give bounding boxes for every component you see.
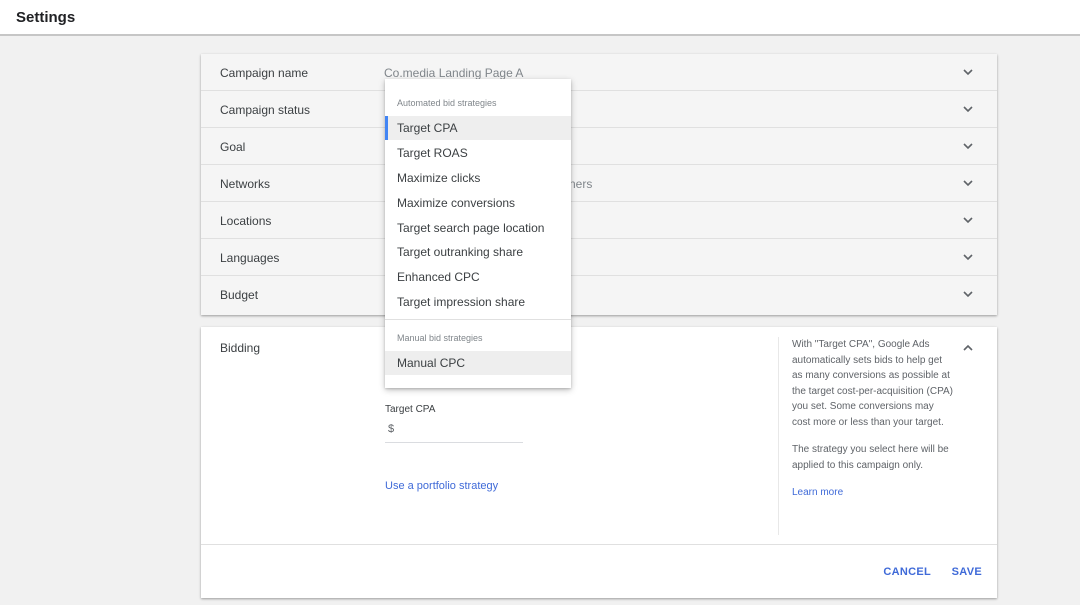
menu-item-label: Maximize clicks <box>397 171 481 185</box>
chevron-down-icon[interactable] <box>963 215 973 225</box>
manual-strategies-header: Manual bid strategies <box>397 333 483 343</box>
target-cpa-label: Target CPA <box>385 404 436 415</box>
bidding-help-panel: With "Target CPA", Google Ads automatica… <box>778 337 954 535</box>
chevron-down-icon[interactable] <box>963 289 973 299</box>
menu-item-label: Target impression share <box>397 295 526 309</box>
chevron-down-icon[interactable] <box>963 67 973 77</box>
top-bar: Settings <box>0 0 1080 36</box>
menu-item-manual-cpc[interactable]: Manual CPC <box>385 351 571 375</box>
bidding-label: Bidding <box>220 341 261 355</box>
save-button[interactable]: SAVE <box>952 566 982 578</box>
menu-divider <box>385 319 571 320</box>
help-text: With "Target CPA", Google Ads automatica… <box>792 339 953 428</box>
chevron-down-icon[interactable] <box>963 252 973 262</box>
row-label: Budget <box>220 288 259 302</box>
portfolio-strategy-link[interactable]: Use a portfolio strategy <box>385 480 498 492</box>
menu-item-label: Target outranking share <box>397 245 524 259</box>
chevron-down-icon[interactable] <box>963 141 973 151</box>
learn-more-link[interactable]: Learn more <box>792 485 954 501</box>
help-text: The strategy you select here will be app… <box>792 444 949 471</box>
chevron-up-icon[interactable] <box>963 343 973 353</box>
row-label: Campaign name <box>220 66 309 80</box>
menu-item-label: Target search page location <box>397 221 545 235</box>
target-cpa-input[interactable]: $ <box>385 420 523 443</box>
settings-row-campaign-name[interactable]: Campaign name Co.media Landing Page A <box>201 54 997 91</box>
menu-item-label: Manual CPC <box>397 356 466 370</box>
automated-strategies-header: Automated bid strategies <box>397 98 497 108</box>
cancel-button[interactable]: CANCEL <box>883 566 931 578</box>
bid-strategy-dropdown[interactable]: Automated bid strategies Target CPA Targ… <box>385 79 571 388</box>
bidding-panel: Bidding Target CPA $ Use a portfolio str… <box>201 327 997 598</box>
settings-row-budget[interactable]: Budget <box>201 276 997 315</box>
menu-item-maximize-clicks[interactable]: Maximize clicks <box>385 166 571 190</box>
bidding-footer: CANCEL SAVE <box>201 544 997 598</box>
row-label: Languages <box>220 251 280 265</box>
menu-item-target-search-page-location[interactable]: Target search page location <box>385 216 571 240</box>
row-label: Locations <box>220 214 272 228</box>
menu-item-target-roas[interactable]: Target ROAS <box>385 141 571 165</box>
menu-item-target-impression-share[interactable]: Target impression share <box>385 290 571 314</box>
settings-row-languages[interactable]: Languages <box>201 239 997 276</box>
settings-panel: Campaign name Co.media Landing Page A Ca… <box>201 54 997 315</box>
menu-item-label: Enhanced CPC <box>397 270 480 284</box>
menu-item-maximize-conversions[interactable]: Maximize conversions <box>385 191 571 215</box>
menu-item-target-cpa[interactable]: Target CPA <box>385 116 571 140</box>
row-label: Goal <box>220 140 246 154</box>
menu-item-enhanced-cpc[interactable]: Enhanced CPC <box>385 265 571 289</box>
menu-item-label: Maximize conversions <box>397 196 516 210</box>
row-value: ners <box>569 177 593 191</box>
row-value: Co.media Landing Page A <box>384 66 524 80</box>
settings-row-networks[interactable]: Networks ners <box>201 165 997 202</box>
menu-item-label: Target ROAS <box>397 146 468 160</box>
row-label: Networks <box>220 177 271 191</box>
settings-row-campaign-status[interactable]: Campaign status <box>201 91 997 128</box>
currency-symbol: $ <box>388 423 395 435</box>
settings-row-locations[interactable]: Locations <box>201 202 997 239</box>
chevron-down-icon[interactable] <box>963 178 973 188</box>
row-label: Campaign status <box>220 103 311 117</box>
page-title: Settings <box>16 9 76 26</box>
menu-item-target-outranking-share[interactable]: Target outranking share <box>385 240 571 264</box>
menu-item-label: Target CPA <box>397 121 458 135</box>
settings-row-goal[interactable]: Goal <box>201 128 997 165</box>
chevron-down-icon[interactable] <box>963 104 973 114</box>
